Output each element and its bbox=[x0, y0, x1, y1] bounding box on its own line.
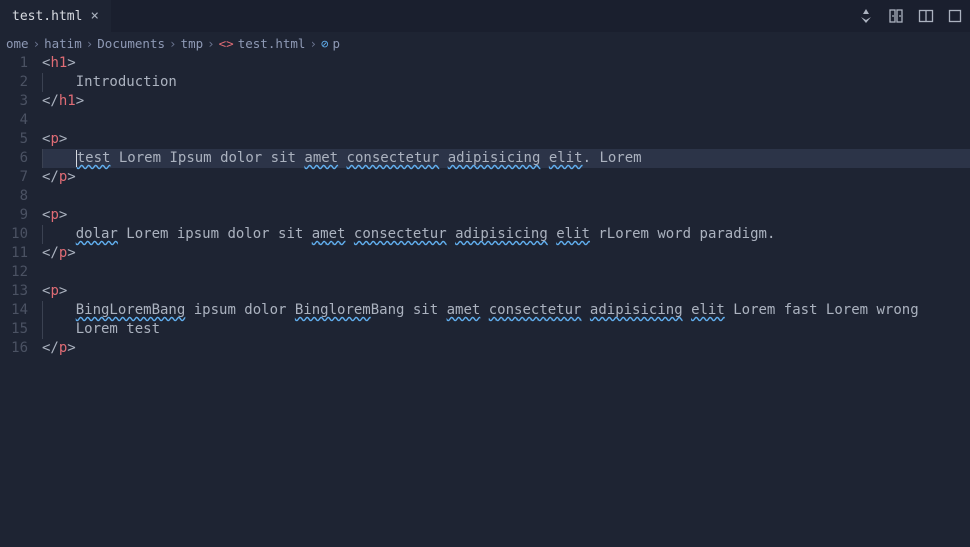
compare-icon[interactable] bbox=[888, 8, 904, 24]
line-number-gutter: 1 2 3 4 5 6 7 8 9 10 11 12 13 14 15 16 bbox=[0, 54, 42, 358]
more-icon[interactable] bbox=[948, 8, 962, 24]
code-line[interactable]: BingLoremBang ipsum dolor BingloremBang … bbox=[42, 301, 970, 320]
chevron-right-icon: › bbox=[86, 36, 94, 51]
line-number: 4 bbox=[0, 111, 28, 130]
chevron-right-icon: › bbox=[207, 36, 215, 51]
chevron-right-icon: › bbox=[33, 36, 41, 51]
line-number: 10 bbox=[0, 225, 28, 244]
code-line[interactable]: </p> bbox=[42, 168, 970, 187]
breadcrumb[interactable]: ome › hatim › Documents › tmp › <> test.… bbox=[0, 32, 970, 54]
code-line[interactable]: Introduction bbox=[42, 73, 970, 92]
line-number: 1 bbox=[0, 54, 28, 73]
code-line[interactable] bbox=[42, 263, 970, 282]
line-number: 13 bbox=[0, 282, 28, 301]
tag-icon: ⊘ bbox=[321, 36, 329, 51]
chevron-right-icon: › bbox=[169, 36, 177, 51]
indent-guide bbox=[42, 149, 43, 168]
html-icon: <> bbox=[219, 36, 234, 51]
code-line[interactable]: <p> bbox=[42, 282, 970, 301]
code-line[interactable]: Lorem test bbox=[42, 320, 970, 339]
breadcrumb-item[interactable]: hatim bbox=[44, 36, 82, 51]
code-line[interactable]: </h1> bbox=[42, 92, 970, 111]
line-number: 14 bbox=[0, 301, 28, 320]
indent-guide bbox=[42, 73, 43, 92]
text-cursor bbox=[76, 150, 77, 167]
code-line[interactable] bbox=[42, 111, 970, 130]
line-number: 5 bbox=[0, 130, 28, 149]
breadcrumb-item[interactable]: Documents bbox=[97, 36, 165, 51]
breadcrumb-item-file[interactable]: <> test.html bbox=[219, 36, 306, 51]
chevron-right-icon: › bbox=[309, 36, 317, 51]
line-number: 2 bbox=[0, 73, 28, 92]
line-number: 6 bbox=[0, 149, 28, 168]
indent-guide bbox=[42, 320, 43, 339]
breadcrumb-item[interactable]: ome bbox=[6, 36, 29, 51]
indent-guide bbox=[42, 225, 43, 244]
line-number: 3 bbox=[0, 92, 28, 111]
code-line[interactable]: <p> bbox=[42, 130, 970, 149]
code-line[interactable]: <h1> bbox=[42, 54, 970, 73]
tab-label: test.html bbox=[12, 9, 82, 24]
customize-icon[interactable] bbox=[858, 8, 874, 24]
line-number: 15 bbox=[0, 320, 28, 339]
tab-group: test.html × bbox=[0, 0, 111, 32]
close-icon[interactable]: × bbox=[90, 8, 98, 24]
code-line[interactable]: </p> bbox=[42, 244, 970, 263]
line-number: 11 bbox=[0, 244, 28, 263]
line-number: 7 bbox=[0, 168, 28, 187]
code-line[interactable] bbox=[42, 187, 970, 206]
indent-guide bbox=[42, 301, 43, 320]
tab-bar: test.html × bbox=[0, 0, 970, 32]
breadcrumb-item[interactable]: tmp bbox=[181, 36, 204, 51]
code-area[interactable]: <h1> Introduction </h1> <p> test Lorem I… bbox=[42, 54, 970, 358]
tab-test-html[interactable]: test.html × bbox=[0, 0, 111, 32]
line-number: 16 bbox=[0, 339, 28, 358]
code-line[interactable]: dolar Lorem ipsum dolor sit amet consect… bbox=[42, 225, 970, 244]
split-editor-icon[interactable] bbox=[918, 8, 934, 24]
breadcrumb-item-symbol[interactable]: ⊘ p bbox=[321, 36, 340, 51]
editor-actions bbox=[858, 8, 970, 24]
code-line[interactable]: <p> bbox=[42, 206, 970, 225]
code-line-active[interactable]: test Lorem Ipsum dolor sit amet consecte… bbox=[42, 149, 970, 168]
line-number: 9 bbox=[0, 206, 28, 225]
line-number: 12 bbox=[0, 263, 28, 282]
code-line[interactable]: </p> bbox=[42, 339, 970, 358]
line-number: 8 bbox=[0, 187, 28, 206]
editor[interactable]: 1 2 3 4 5 6 7 8 9 10 11 12 13 14 15 16 <… bbox=[0, 54, 970, 358]
